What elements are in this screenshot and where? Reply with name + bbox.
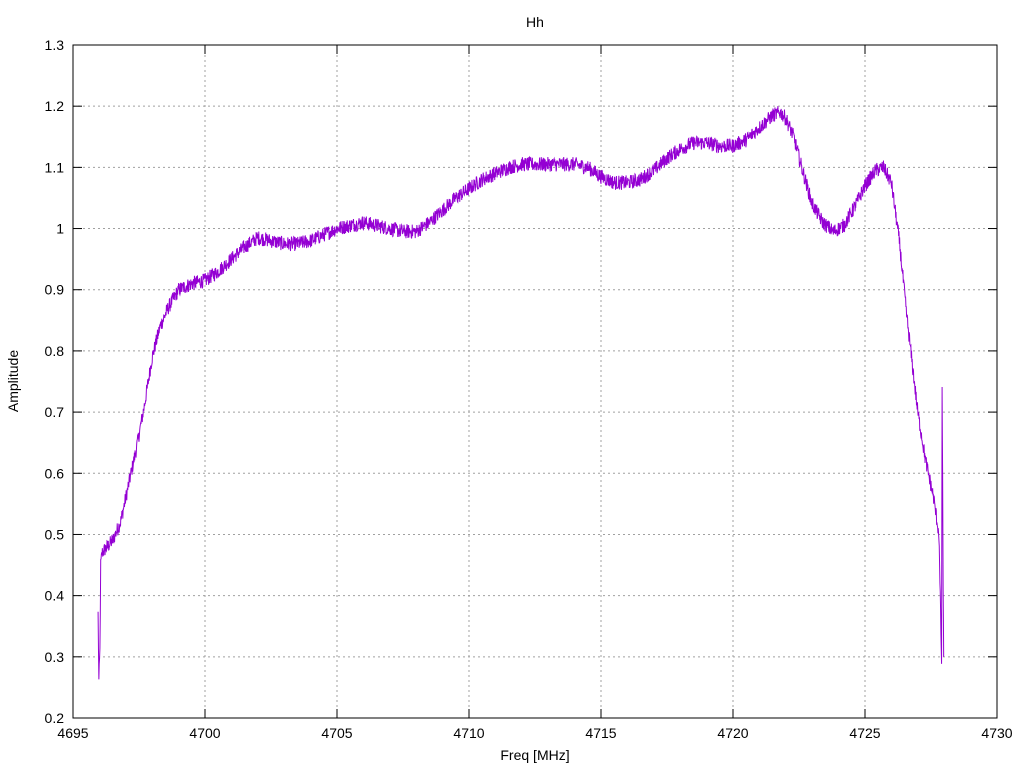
y-tick-label: 1.1 [45,159,65,175]
x-tick-label: 4720 [717,725,748,741]
y-tick-label: 1 [56,221,64,237]
x-axis-title: Freq [MHz] [500,747,569,763]
grid-lines [73,45,997,718]
series-line [97,106,945,680]
x-tick-label: 4700 [189,725,220,741]
tick-marks [72,44,998,719]
y-tick-label: 0.6 [45,465,65,481]
chart: 4695 4700 4705 4710 4715 4720 4725 4730 0.20.30… [5,14,1013,763]
x-tick-labels: 4695 4700 4705 4710 4715 4720 4725 4730 [57,725,1012,741]
chart-title: Hh [526,14,544,30]
x-tick-label: 4725 [849,725,880,741]
plot-frame [72,44,998,719]
x-tick-label: 4710 [453,725,484,741]
x-tick-label: 4730 [981,725,1012,741]
y-tick-label: 0.3 [45,649,65,665]
x-tick-label: 4715 [585,725,616,741]
y-tick-label: 0.4 [45,588,65,604]
x-tick-label: 4695 [57,725,88,741]
y-tick-label: 1.3 [45,37,65,53]
y-tick-label: 0.5 [45,526,65,542]
y-tick-label: 1.2 [45,98,65,114]
y-tick-label: 0.8 [45,343,65,359]
y-tick-label: 0.7 [45,404,65,420]
y-tick-labels: 0.2 0.3 0.4 0.5 0.6 0.7 0.8 0.9 1 1.1 1.2 1.3 [45,37,65,726]
series-layer [97,106,945,680]
y-tick-label: 0.2 [45,710,65,726]
y-axis-title: Amplitude [5,350,21,412]
x-tick-label: 4705 [321,725,352,741]
y-tick-label: 0.9 [45,282,65,298]
